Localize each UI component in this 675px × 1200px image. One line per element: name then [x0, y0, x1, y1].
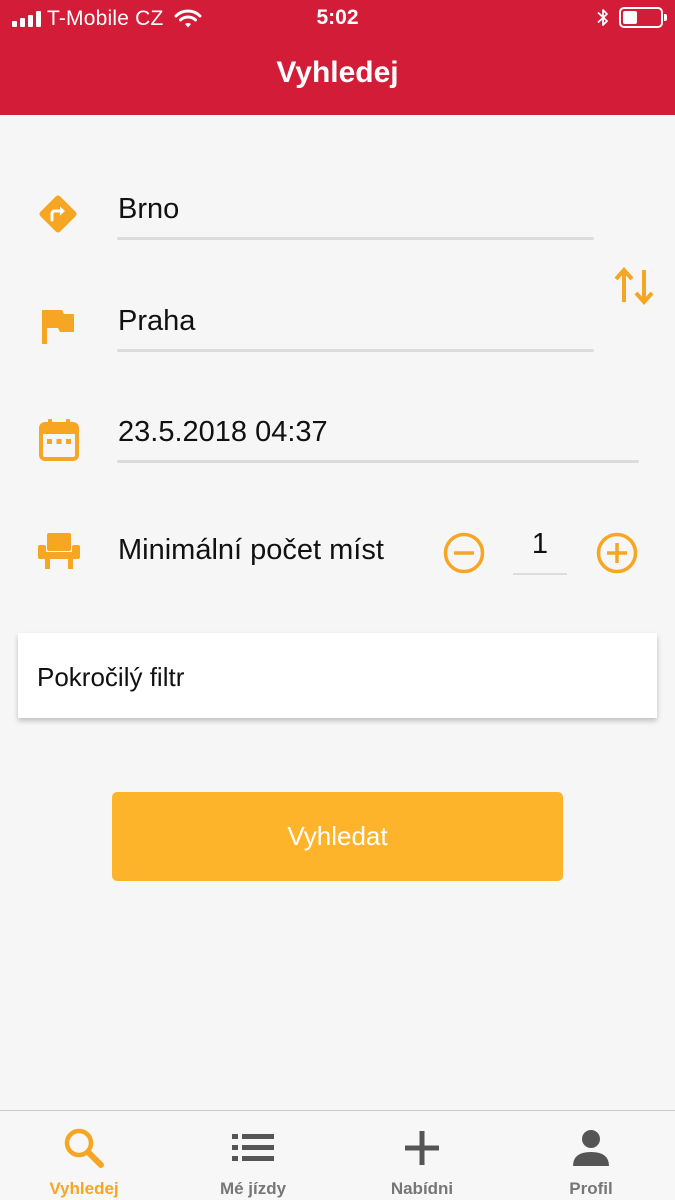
- status-time: 5:02: [316, 6, 359, 29]
- seat-icon: [38, 533, 80, 569]
- search-icon: [64, 1128, 104, 1168]
- tab-bar: Vyhledej Mé jízdy Nabídni Profil: [0, 1110, 675, 1200]
- list-icon: [232, 1134, 274, 1161]
- battery-icon: [619, 7, 667, 28]
- flag-icon: [42, 310, 74, 344]
- calendar-icon: [39, 419, 79, 461]
- status-right: [597, 7, 667, 28]
- person-icon: [573, 1130, 609, 1166]
- seats-label: Minimální počet míst: [118, 534, 384, 566]
- advanced-filter-card[interactable]: Pokročilý filtr: [18, 633, 657, 718]
- tab-nabidni[interactable]: Nabídni: [338, 1111, 506, 1200]
- bluetooth-icon: [597, 9, 608, 26]
- seats-count-underline: [513, 573, 567, 575]
- datetime-field-underline: [117, 460, 639, 463]
- minus-circle-icon[interactable]: [442, 531, 486, 575]
- tab-label: Vyhledej: [49, 1179, 119, 1198]
- tab-label: Mé jízdy: [219, 1179, 287, 1198]
- plus-circle-icon[interactable]: [595, 531, 639, 575]
- tab-vyhledej[interactable]: Vyhledej: [0, 1111, 168, 1200]
- tab-label: Nabídni: [390, 1179, 454, 1198]
- swap-arrows-icon[interactable]: [612, 266, 656, 306]
- plus-icon: [405, 1131, 439, 1165]
- to-field[interactable]: Praha: [118, 305, 195, 338]
- status-bar: T-Mobile CZ 5:02: [0, 0, 675, 38]
- tab-profil[interactable]: Profil: [507, 1111, 675, 1200]
- route-icon: [39, 195, 77, 233]
- tab-me-jizdy[interactable]: Mé jízdy: [169, 1111, 337, 1200]
- page-title: Vyhledej: [276, 56, 399, 89]
- from-field[interactable]: Brno: [118, 193, 179, 226]
- seats-count[interactable]: 1: [513, 528, 567, 561]
- to-field-underline: [117, 349, 594, 352]
- datetime-field[interactable]: 23.5.2018 04:37: [118, 416, 328, 449]
- tab-label: Profil: [569, 1179, 613, 1198]
- advanced-filter-label: Pokročilý filtr: [37, 662, 185, 692]
- search-button[interactable]: Vyhledat: [112, 792, 563, 881]
- top-bar: T-Mobile CZ 5:02 Vyhledej: [0, 0, 675, 115]
- from-field-underline: [117, 237, 594, 240]
